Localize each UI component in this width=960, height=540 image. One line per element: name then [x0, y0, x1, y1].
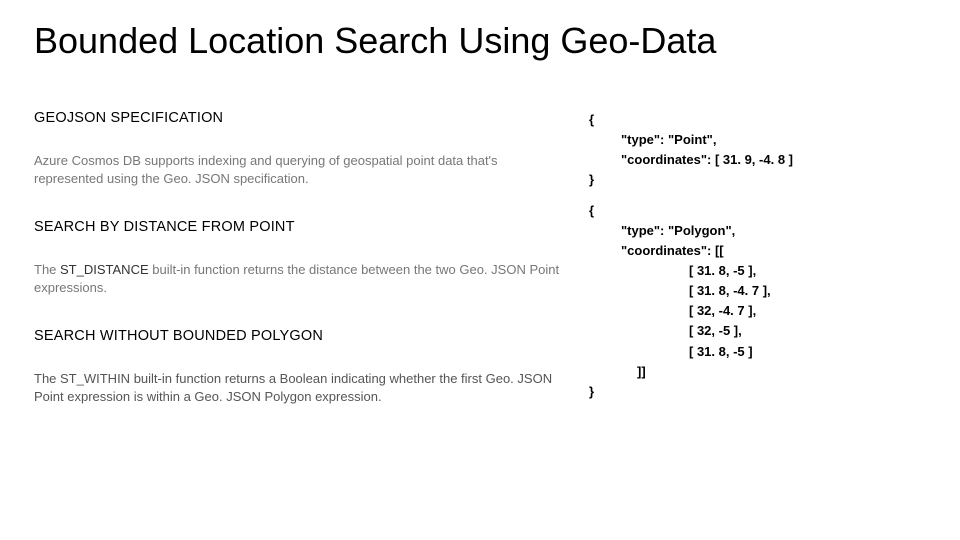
columns: GEOJSON SPECIFICATION Azure Cosmos DB su… — [34, 110, 932, 437]
code-line: [ 31. 8, -4. 7 ], — [589, 281, 932, 301]
section-3-heading: SEARCH WITHOUT BOUNDED POLYGON — [34, 328, 569, 344]
slide: Bounded Location Search Using Geo-Data G… — [0, 0, 960, 540]
code-line: [ 31. 8, -5 ], — [589, 261, 932, 281]
slide-title: Bounded Location Search Using Geo-Data — [34, 20, 932, 62]
code-line: } — [589, 170, 932, 190]
left-column: GEOJSON SPECIFICATION Azure Cosmos DB su… — [34, 110, 589, 437]
code-line: { — [589, 110, 932, 130]
code-line: "type": "Point", — [589, 130, 932, 150]
code-line: "coordinates": [ 31. 9, -4. 8 ] — [589, 150, 932, 170]
code-line: } — [589, 382, 932, 402]
section-2-keyword: ST_DISTANCE — [60, 262, 149, 277]
code-line: [ 31. 8, -5 ] — [589, 342, 932, 362]
section-1-heading: GEOJSON SPECIFICATION — [34, 110, 569, 126]
section-3-body-pre: The — [34, 371, 60, 386]
code-line: "type": "Polygon", — [589, 221, 932, 241]
section-2-body: The ST_DISTANCE built-in function return… — [34, 261, 569, 296]
right-column-code: { "type": "Point", "coordinates": [ 31. … — [589, 110, 932, 437]
section-3-keyword: ST_WITHIN — [60, 371, 130, 386]
code-line: [ 32, -4. 7 ], — [589, 301, 932, 321]
section-2-heading: SEARCH BY DISTANCE FROM POINT — [34, 219, 569, 235]
section-3-body: The ST_WITHIN built-in function returns … — [34, 370, 569, 405]
code-line: "coordinates": [[ — [589, 241, 932, 261]
section-2-body-pre: The — [34, 262, 60, 277]
code-line: ]] — [589, 362, 932, 382]
code-blank — [589, 191, 932, 201]
code-line: { — [589, 201, 932, 221]
section-1-body: Azure Cosmos DB supports indexing and qu… — [34, 152, 569, 187]
code-line: [ 32, -5 ], — [589, 321, 932, 341]
